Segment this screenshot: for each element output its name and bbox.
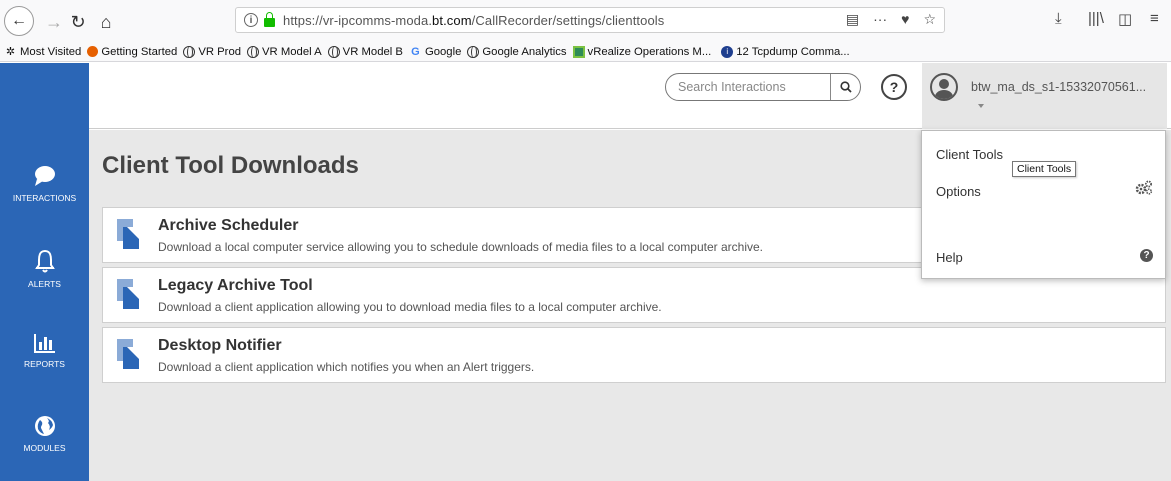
avatar[interactable] [930,73,958,101]
vrealize-icon [572,45,585,58]
menu-item-options[interactable]: Options [936,184,981,199]
firefox-icon [87,46,99,57]
sidebar: INTERACTIONS ALERTS REPORTS MODULES [0,63,89,481]
chat-icon [34,166,55,186]
menu-item-help[interactable]: Help [936,250,963,265]
reload-icon[interactable]: ↻ [64,8,92,36]
gears-icon[interactable] [1135,180,1153,199]
tool-description: Download a client application allowing y… [158,300,662,314]
sidebar-item-reports[interactable]: REPORTS [0,333,89,369]
tool-card-desktop-notifier[interactable]: Desktop Notifier Download a client appli… [102,327,1166,383]
browser-toolbar: ← → ↻ ⌂ i https://vr-ipcomms-moda.bt.com… [0,0,1171,42]
menu-icon[interactable]: ≡ [1150,10,1159,27]
document-icon [117,279,139,309]
library-icon[interactable]: |||\ [1088,10,1104,27]
bookmark-google[interactable]: G Google [409,45,461,58]
search-button[interactable] [830,74,860,100]
google-icon: G [411,45,420,58]
globe-icon [183,45,196,58]
bell-icon [34,249,55,273]
bookmark-vrealize[interactable]: vRealize Operations M... [572,45,711,58]
sidebar-item-modules[interactable]: MODULES [0,415,89,453]
chevron-down-icon[interactable] [978,104,984,108]
search-box[interactable]: Search Interactions [665,73,861,101]
reader-view-icon[interactable]: ▤ [846,11,859,28]
bookmark-vr-model-a[interactable]: VR Model A [247,45,322,58]
help-button[interactable]: ? [881,74,907,100]
pocket-icon[interactable]: ♥ [901,11,909,28]
bookmark-vr-prod[interactable]: VR Prod [183,45,241,58]
bookmark-star-icon[interactable]: ☆ [923,11,936,28]
tool-title[interactable]: Archive Scheduler [158,217,299,235]
bookmark-getting-started[interactable]: Getting Started [87,46,177,58]
user-menu[interactable]: btw_ma_ds_s1-15332070561... [922,63,1167,129]
search-icon [839,81,852,93]
menu-item-client-tools[interactable]: Client Tools [936,147,1003,162]
document-icon [117,339,139,369]
chart-icon [33,334,55,353]
tool-description: Download a local computer service allowi… [158,240,763,254]
sidebar-item-interactions[interactable]: INTERACTIONS [0,165,89,203]
user-dropdown-menu: Client Tools Options Help ? [921,130,1166,279]
bookmark-google-analytics[interactable]: Google Analytics [467,45,567,58]
home-icon[interactable]: ⌂ [92,8,120,36]
tooltip: Client Tools [1012,161,1077,177]
lock-icon[interactable] [264,11,275,27]
bookmark-tcpdump[interactable]: i 12 Tcpdump Comma... [721,45,850,58]
globe-icon [327,45,340,58]
bookmark-vr-model-b[interactable]: VR Model B [327,45,403,58]
search-input[interactable]: Search Interactions [666,80,830,94]
page-title: Client Tool Downloads [102,152,359,179]
info-icon: i [721,45,734,58]
globe-icon [34,416,55,436]
sidebar-toggle-icon[interactable]: ◫ [1118,10,1132,28]
url-text[interactable]: https://vr-ipcomms-moda.bt.com/CallRecor… [283,13,664,28]
back-icon[interactable]: ← [4,6,34,36]
username[interactable]: btw_ma_ds_s1-15332070561... [971,80,1146,94]
document-icon [117,219,139,249]
sidebar-item-alerts[interactable]: ALERTS [0,249,89,289]
url-bar[interactable]: i https://vr-ipcomms-moda.bt.com/CallRec… [235,7,945,33]
bookmarks-bar: ✲ Most Visited Getting Started VR Prod VR… [0,42,1171,62]
tool-description: Download a client application which noti… [158,360,535,374]
more-actions-icon[interactable]: ··· [873,11,887,28]
gear-icon: ✲ [5,46,16,58]
download-icon[interactable]: ⤓ [1055,10,1062,27]
tool-title[interactable]: Legacy Archive Tool [158,277,313,295]
question-icon[interactable]: ? [1140,249,1153,262]
tool-title[interactable]: Desktop Notifier [158,337,282,355]
info-icon[interactable]: i [244,13,258,27]
globe-icon [247,45,260,58]
bookmark-most-visited[interactable]: ✲ Most Visited [4,45,81,59]
app-header: Search Interactions ? btw_ma_ds_s1-15332… [89,63,1171,129]
globe-icon [467,45,480,58]
